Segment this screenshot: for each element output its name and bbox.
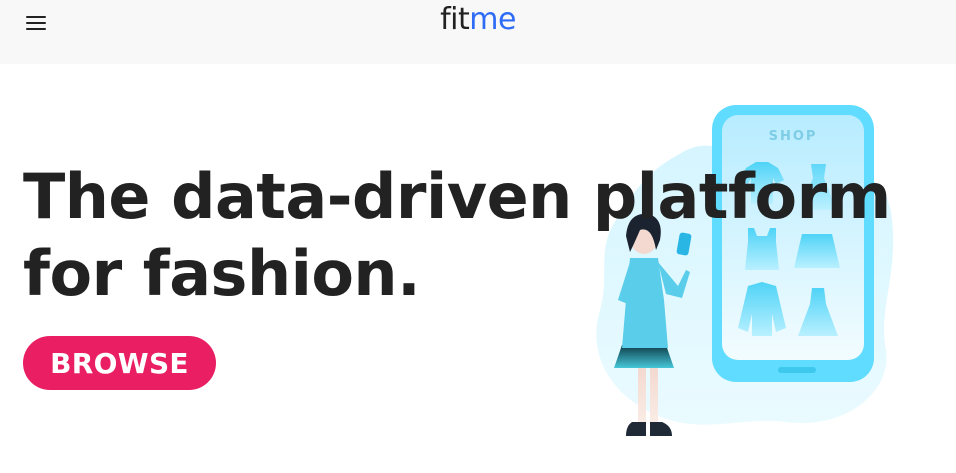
hero-headline: The data-driven platform for fashion. [23, 158, 891, 312]
browse-button[interactable]: BROWSE [23, 336, 216, 390]
top-app-bar: fitme [0, 0, 956, 64]
phone-home-button [778, 367, 816, 373]
phone-label: SHOP [769, 129, 818, 144]
logo-text-fit: fit [440, 2, 470, 37]
headline-line-1: The data-driven platform [23, 160, 891, 233]
logo-text-me: me [469, 2, 516, 37]
headline-line-2: for fashion. [23, 237, 421, 310]
brand-logo[interactable]: fitme [0, 2, 956, 38]
